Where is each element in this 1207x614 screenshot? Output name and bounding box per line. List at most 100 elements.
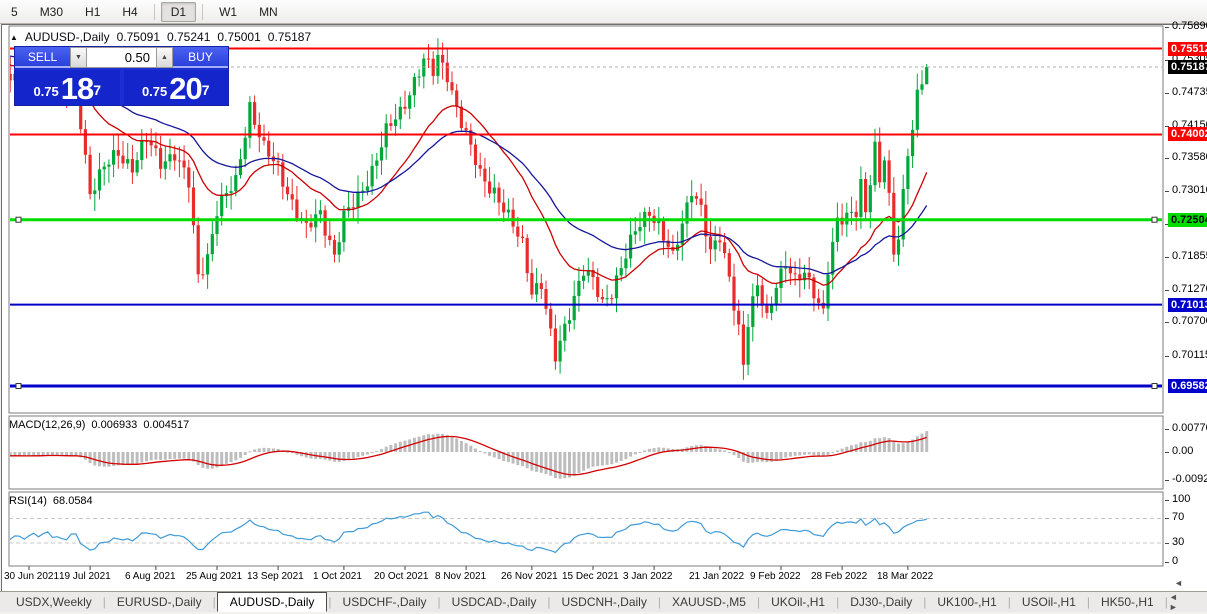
timeframe-toolbar: 5 M30 H1 H4 D1 W1 MN [0, 0, 1207, 24]
tab-separator: | [1007, 595, 1011, 609]
quote-low: 0.75001 [217, 30, 261, 44]
volume-decrease-button[interactable]: ▼ [70, 47, 87, 68]
tab-separator: | [756, 595, 761, 609]
chart-window: ▲ AUDUSD-,Daily 0.75091 0.75241 0.75001 … [1, 20, 1207, 598]
symbol-tab-eurusd-[interactable]: EURUSD-,Daily [107, 593, 212, 611]
time-axis-label: 13 Sep 2021 [247, 571, 304, 582]
buy-price-display[interactable]: 0.75 20 7 [123, 70, 228, 106]
trading-app: 5 M30 H1 H4 D1 W1 MN ▲ AUDUSD-,Daily 0.75091 0… [0, 0, 1207, 614]
axis-tick [1165, 500, 1169, 501]
axis-tick [1165, 93, 1169, 94]
timeframe-button-5[interactable]: 5 [1, 2, 28, 22]
tabbar-scroll-arrows[interactable]: ◄ ► [1169, 592, 1203, 612]
price-level-badge: 0.72504 [1168, 213, 1207, 227]
axis-tick [1165, 518, 1169, 519]
axis-tick [1165, 257, 1169, 258]
tab-separator: | [1086, 595, 1091, 609]
toolbar-separator [202, 3, 204, 20]
axis-tick [1165, 480, 1169, 481]
price-axis-label: 0.75890 [1172, 20, 1207, 32]
axis-tick [1165, 27, 1169, 28]
tab-separator: | [836, 595, 840, 609]
tab-separator: | [1164, 595, 1168, 609]
symbol-tabbar: USDX,Weekly | EURUSD-,Daily | AUDUSD-,Daily |… [0, 591, 1207, 612]
buy-button[interactable]: BUY [173, 47, 228, 68]
time-axis-label: 18 Mar 2022 [877, 571, 934, 582]
symbol-tab-usdchf-[interactable]: USDCHF-,Daily [333, 593, 437, 611]
price-axis-label: 0.73580 [1172, 151, 1207, 163]
macd-axis-label: 0.00 [1172, 445, 1194, 457]
symbol-tab-uk100-[interactable]: UK100-,H1 [927, 593, 1006, 611]
timeframe-button-h4[interactable]: H4 [112, 2, 147, 22]
symbol-tab-usdcnh-[interactable]: USDCNH-,Daily [551, 593, 656, 611]
timeframe-button-m30[interactable]: M30 [30, 2, 73, 22]
buy-price-big: 20 [169, 71, 202, 106]
timeframe-button-mn[interactable]: MN [249, 2, 288, 22]
symbol-tab-usdx[interactable]: USDX,Weekly [6, 593, 102, 611]
time-axis-label: 9 Feb 2022 [750, 571, 801, 582]
volume-input[interactable]: 0.50 [87, 47, 156, 68]
time-axis-label: 30 Jun 2021 [4, 571, 60, 582]
quote-open: 0.75091 [116, 30, 160, 44]
symbol-tab-hk50-[interactable]: HK50-,H1 [1091, 593, 1164, 611]
current-price-badge: 0.75187 [1168, 60, 1207, 74]
price-axis-label: 0.73010 [1172, 184, 1207, 196]
axis-tick [1165, 543, 1169, 544]
trade-panel: SELL ▼ 0.50 ▲ BUY 0.75 18 7 0.75 20 7 [15, 47, 228, 105]
price-axis-label: 0.70700 [1172, 315, 1207, 327]
time-axis-label: 8 Nov 2021 [435, 571, 487, 582]
sell-button[interactable]: SELL [15, 47, 70, 68]
time-axis-label: 20 Oct 2021 [374, 571, 429, 582]
timeframe-button-d1[interactable]: D1 [160, 1, 197, 22]
symbol-tab-usdcad-[interactable]: USDCAD-,Daily [442, 593, 547, 611]
price-axis-label: 0.74735 [1172, 86, 1207, 98]
quote-symbol: AUDUSD-,Daily [24, 30, 110, 44]
symbol-tab-dj30-[interactable]: DJ30-,Daily [840, 593, 922, 611]
quote-high: 0.75241 [167, 30, 211, 44]
price-axis-label: 0.70115 [1172, 349, 1207, 361]
time-axis-label: 28 Feb 2022 [811, 571, 868, 582]
macd-value-main: 0.006933 [91, 419, 138, 431]
volume-increase-button[interactable]: ▲ [156, 47, 173, 68]
sell-price-small: 0.75 [33, 84, 59, 99]
time-axis-label: 1 Oct 2021 [313, 571, 362, 582]
macd-axis-label: 0.007704 [1172, 422, 1207, 434]
time-axis-label: 15 Dec 2021 [562, 571, 619, 582]
time-axis-label: 3 Jan 2022 [623, 571, 673, 582]
sell-price-big: 18 [60, 71, 94, 106]
tab-separator: | [328, 595, 332, 609]
sell-price-display[interactable]: 0.75 18 7 [15, 70, 120, 105]
price-level-badge: 0.75512 [1168, 42, 1207, 56]
tab-separator: | [212, 595, 216, 609]
macd-axis-label: -0.009265 [1172, 473, 1207, 485]
timeframe-button-h1[interactable]: H1 [75, 2, 110, 22]
axis-tick [1165, 562, 1169, 563]
time-axis-label: 6 Aug 2021 [125, 571, 176, 582]
quote-line: ▲ AUDUSD-,Daily 0.75091 0.75241 0.75001 … [10, 30, 311, 44]
tab-separator: | [547, 595, 551, 609]
axis-tick [1165, 158, 1169, 159]
timeframe-button-w1[interactable]: W1 [209, 2, 247, 22]
symbol-tab-ukoil-[interactable]: UKOil-,H1 [761, 593, 835, 611]
axis-tick [1165, 290, 1169, 291]
price-level-badge: 0.74002 [1168, 127, 1207, 141]
symbol-tab-xauusd-[interactable]: XAUUSD-,M5 [662, 593, 756, 611]
symbol-tab-usoil-[interactable]: USOil-,H1 [1012, 593, 1086, 611]
price-axis-label: 0.71855 [1172, 250, 1207, 262]
time-axis-label: 26 Nov 2021 [501, 571, 558, 582]
time-axis-label: 21 Jan 2022 [689, 571, 745, 582]
axis-tick [1165, 429, 1169, 430]
price-level-badge: 0.69582 [1168, 379, 1207, 393]
buy-price-sup: 7 [201, 82, 210, 98]
time-axis-label: 25 Aug 2021 [186, 571, 243, 582]
symbol-tab-audusd-[interactable]: AUDUSD-,Daily [216, 592, 328, 612]
toolbar-separator [153, 3, 155, 20]
macd-label: MACD(12,26,9) 0.006933 0.004517 [9, 419, 189, 431]
buy-price-small: 0.75 [141, 84, 168, 99]
axis-tick [1165, 191, 1169, 192]
rsi-name: RSI(14) [9, 495, 47, 507]
rsi-axis-label: 70 [1172, 511, 1185, 523]
collapse-triangle-icon[interactable]: ▲ [10, 33, 18, 42]
tab-separator: | [102, 595, 106, 609]
chart-canvas[interactable] [2, 25, 1205, 589]
